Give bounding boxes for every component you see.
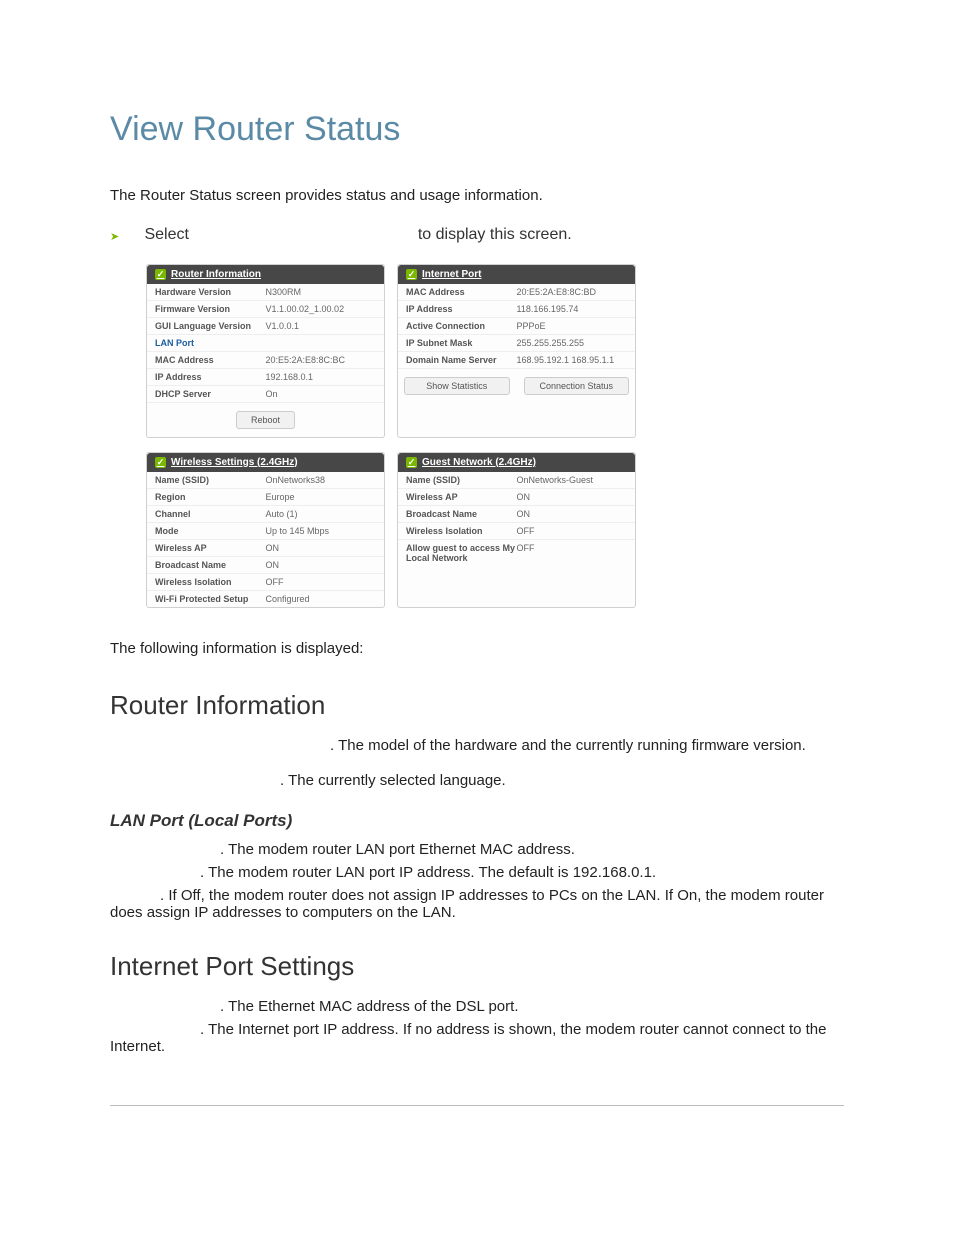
table-row: Name (SSID)OnNetworks38 bbox=[147, 472, 384, 489]
table-row: Broadcast NameON bbox=[147, 557, 384, 574]
check-icon: ✓ bbox=[155, 457, 166, 468]
desc-lan-mac: . The modem router LAN port Ethernet MAC… bbox=[110, 841, 844, 858]
table-row: DHCP ServerOn bbox=[147, 386, 384, 403]
table-row: MAC Address20:E5:2A:E8:8C:BD bbox=[398, 284, 635, 301]
table-row: Name (SSID)OnNetworks-Guest bbox=[398, 472, 635, 489]
panel-title: Guest Network (2.4GHz) bbox=[422, 457, 536, 468]
connection-status-button[interactable]: Connection Status bbox=[524, 377, 630, 395]
table-row: Domain Name Server168.95.192.1 168.95.1.… bbox=[398, 352, 635, 369]
desc-hardware-firmware: . The model of the hardware and the curr… bbox=[110, 737, 844, 754]
table-row: GUI Language VersionV1.0.0.1 bbox=[147, 318, 384, 335]
section-router-information: Router Information bbox=[110, 690, 844, 721]
table-row: Hardware VersionN300RM bbox=[147, 284, 384, 301]
panel-wireless-settings: ✓ Wireless Settings (2.4GHz) Name (SSID)… bbox=[146, 452, 385, 608]
intro-text: The Router Status screen provides status… bbox=[110, 185, 844, 208]
table-row: Firmware VersionV1.1.00.02_1.00.02 bbox=[147, 301, 384, 318]
table-row: Wireless IsolationOFF bbox=[398, 523, 635, 540]
panel-router-information: ✓ Router Information Hardware VersionN30… bbox=[146, 264, 385, 438]
table-row: Wireless APON bbox=[398, 489, 635, 506]
table-row: IP Address118.166.195.74 bbox=[398, 301, 635, 318]
table-row: Wireless IsolationOFF bbox=[147, 574, 384, 591]
check-icon: ✓ bbox=[406, 269, 417, 280]
table-row: ModeUp to 145 Mbps bbox=[147, 523, 384, 540]
table-row: IP Address192.168.0.1 bbox=[147, 369, 384, 386]
desc-lan-dhcp: . If Off, the modem router does not assi… bbox=[110, 887, 844, 921]
desc-internet-mac: . The Ethernet MAC address of the DSL po… bbox=[110, 998, 844, 1015]
router-status-screenshot: ✓ Router Information Hardware VersionN30… bbox=[146, 264, 636, 608]
select-instruction: ➤ Select to display this screen. bbox=[110, 226, 844, 244]
panel-title: Wireless Settings (2.4GHz) bbox=[171, 457, 298, 468]
panel-title: Router Information bbox=[171, 269, 261, 280]
reboot-button[interactable]: Reboot bbox=[236, 411, 295, 429]
lan-port-label: LAN Port bbox=[147, 335, 384, 352]
desc-internet-ip: . The Internet port IP address. If no ad… bbox=[110, 1021, 844, 1055]
table-row: Broadcast NameON bbox=[398, 506, 635, 523]
subsection-lan-port: LAN Port (Local Ports) bbox=[110, 811, 844, 831]
table-row: MAC Address20:E5:2A:E8:8C:BC bbox=[147, 352, 384, 369]
page-title: View Router Status bbox=[110, 110, 844, 149]
select-right: to display this screen. bbox=[418, 226, 572, 243]
table-row: ChannelAuto (1) bbox=[147, 506, 384, 523]
panel-header: ✓ Wireless Settings (2.4GHz) bbox=[147, 453, 384, 472]
table-row: Allow guest to access My Local NetworkOF… bbox=[398, 540, 635, 566]
panel-title: Internet Port bbox=[422, 269, 481, 280]
select-left: Select bbox=[144, 226, 188, 243]
table-row: Wireless APON bbox=[147, 540, 384, 557]
panel-header: ✓ Guest Network (2.4GHz) bbox=[398, 453, 635, 472]
desc-lan-ip: . The modem router LAN port IP address. … bbox=[110, 864, 844, 881]
panel-internet-port: ✓ Internet Port MAC Address20:E5:2A:E8:8… bbox=[397, 264, 636, 438]
following-info-text: The following information is displayed: bbox=[110, 638, 844, 661]
table-row: Wi-Fi Protected SetupConfigured bbox=[147, 591, 384, 607]
panel-header: ✓ Router Information bbox=[147, 265, 384, 284]
table-row: IP Subnet Mask255.255.255.255 bbox=[398, 335, 635, 352]
footer-divider bbox=[110, 1105, 844, 1106]
check-icon: ✓ bbox=[406, 457, 417, 468]
panel-guest-network: ✓ Guest Network (2.4GHz) Name (SSID)OnNe… bbox=[397, 452, 636, 608]
table-row: RegionEurope bbox=[147, 489, 384, 506]
panel-header: ✓ Internet Port bbox=[398, 265, 635, 284]
section-internet-port-settings: Internet Port Settings bbox=[110, 951, 844, 982]
show-statistics-button[interactable]: Show Statistics bbox=[404, 377, 510, 395]
table-row: Active ConnectionPPPoE bbox=[398, 318, 635, 335]
check-icon: ✓ bbox=[155, 269, 166, 280]
desc-language: . The currently selected language. bbox=[110, 772, 844, 789]
bullet-arrow-icon: ➤ bbox=[110, 230, 122, 243]
